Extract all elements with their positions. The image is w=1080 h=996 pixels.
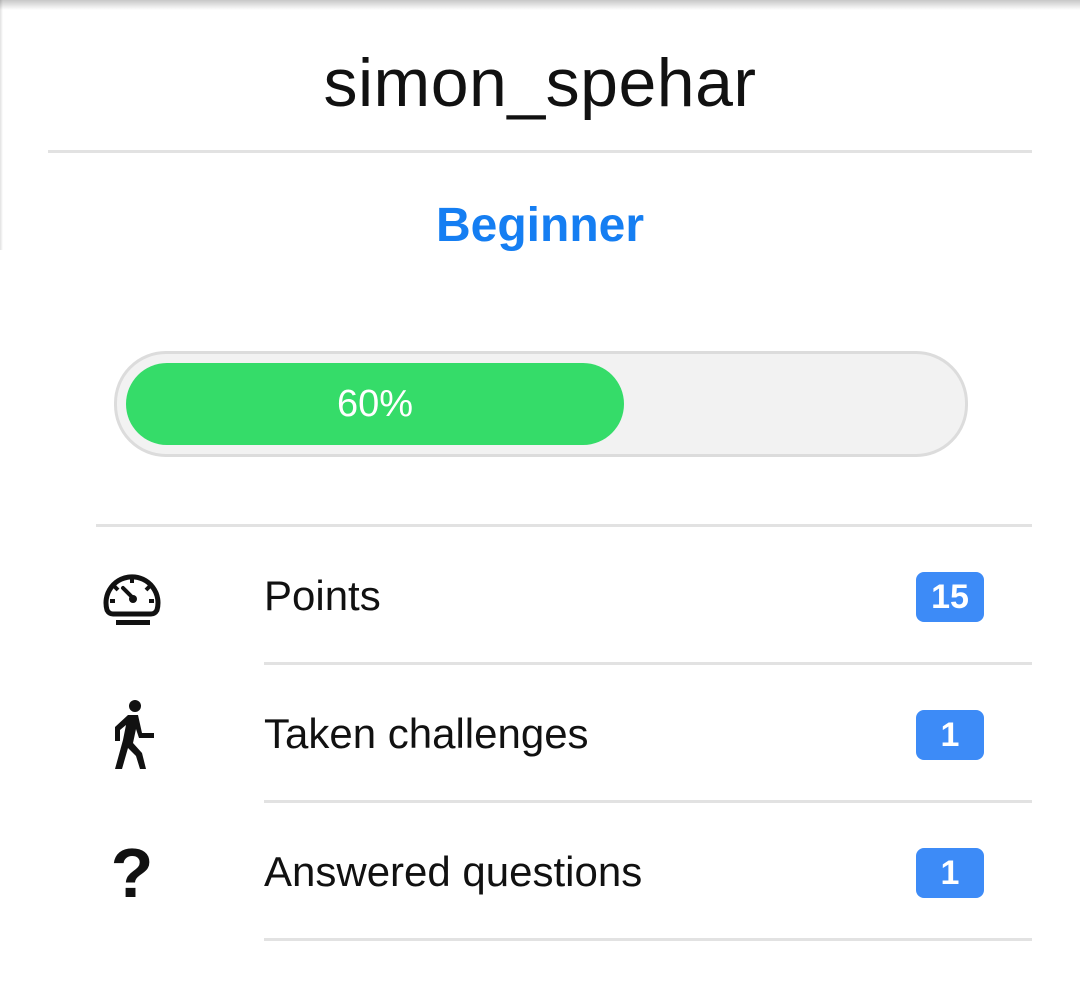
speedometer-icon xyxy=(96,561,168,633)
level-label: Beginner xyxy=(435,199,645,252)
stat-label-taken-challenges: Taken challenges xyxy=(264,710,589,757)
progress-fill: 60% xyxy=(126,363,624,445)
title-divider xyxy=(48,150,1032,153)
question-mark-icon: ? xyxy=(110,834,154,912)
stat-row-points: Points 15 xyxy=(96,527,1032,665)
points-badge: 15 xyxy=(916,572,984,622)
stat-row-answered-questions: ? Answered questions 1 xyxy=(96,803,1032,941)
progress-percentage: 60% xyxy=(336,383,414,425)
stat-label-points: Points xyxy=(264,572,381,619)
level-progress-bar: 60% xyxy=(114,351,968,457)
username-title: simon_spehar xyxy=(323,45,757,121)
stat-label-answered-questions: Answered questions xyxy=(264,848,643,895)
taken-challenges-badge: 1 xyxy=(916,710,984,760)
profile-screen: simon_spehar Beginner 60% Points 15 Take… xyxy=(0,0,1080,996)
row-divider xyxy=(264,938,1032,941)
stat-row-taken-challenges: Taken challenges 1 xyxy=(96,665,1032,803)
walking-person-icon xyxy=(96,699,168,771)
top-shadow xyxy=(0,0,1080,10)
answered-questions-badge: 1 xyxy=(916,848,984,898)
